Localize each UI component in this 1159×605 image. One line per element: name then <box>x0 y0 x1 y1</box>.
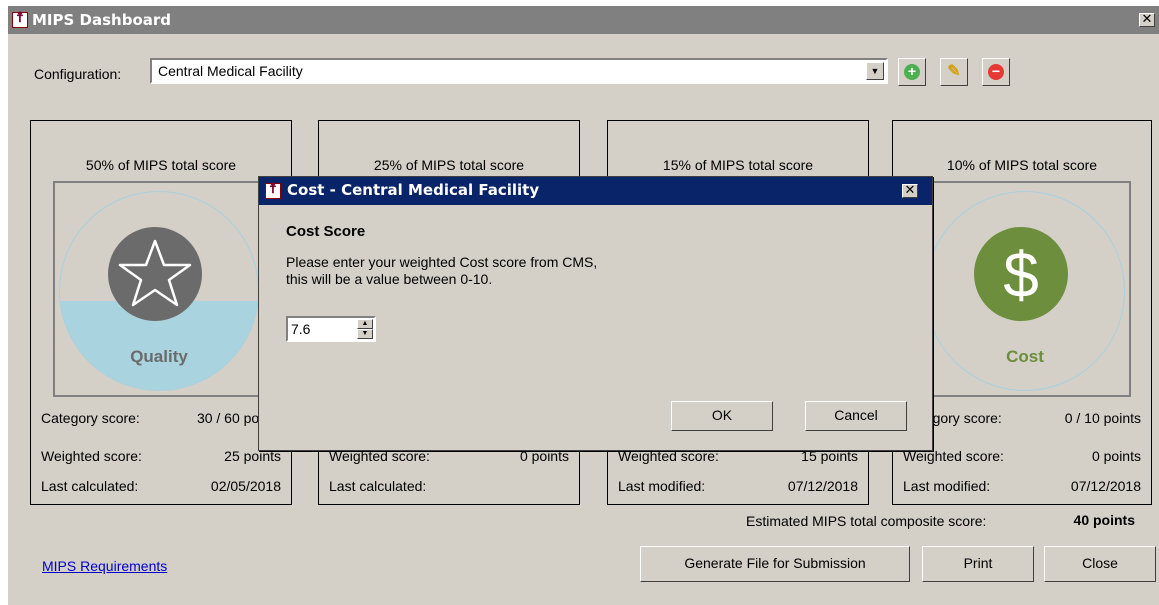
add-configuration-button[interactable]: + <box>898 58 926 86</box>
estimated-score-label: Estimated MIPS total composite score: <box>746 513 987 529</box>
row-value: 07/12/2018 <box>1070 478 1141 494</box>
pencil-icon: ✎ <box>947 63 961 80</box>
last-calculated-row: Last calculated: 02/05/2018 <box>41 478 281 498</box>
ok-button[interactable]: OK <box>671 401 773 431</box>
row-key: Last modified: <box>618 478 706 494</box>
row-key: Last calculated: <box>329 478 427 494</box>
instruction-line-2: this will be a value between 0-10. <box>286 271 493 287</box>
weighted-score-row: Weighted score: 0 points <box>329 448 569 468</box>
card3-percent: 15% of MIPS total score <box>662 157 814 173</box>
minus-circle-icon: − <box>988 64 1004 80</box>
cancel-button[interactable]: Cancel <box>805 401 907 431</box>
row-value: 0 / 10 points <box>1064 410 1141 426</box>
weighted-score-row: Weighted score: 15 points <box>618 448 858 468</box>
weighted-score-row: Weighted score: 25 points <box>41 448 281 468</box>
quality-label: Quality <box>130 347 188 366</box>
cost-score-spinner[interactable]: 7.6 ▲ ▼ <box>286 316 376 342</box>
close-button[interactable]: Close <box>1044 546 1156 582</box>
last-modified-row: Last modified: 07/12/2018 <box>903 478 1141 498</box>
configuration-label: Configuration: <box>34 66 122 82</box>
dollar-icon: $ <box>974 227 1068 321</box>
window-title: MIPS Dashboard <box>32 11 172 29</box>
plus-circle-icon: + <box>904 64 920 80</box>
last-modified-row: Last modified: 07/12/2018 <box>618 478 858 498</box>
cost-dialog: ☨ Cost - Central Medical Facility ✕ Cost… <box>258 176 933 451</box>
row-value: 0 points <box>1091 448 1141 464</box>
row-value: 07/12/2018 <box>787 478 858 494</box>
quality-card: 50% of MIPS total score Quality Category… <box>30 120 292 505</box>
configuration-value: Central Medical Facility <box>158 63 303 79</box>
print-button[interactable]: Print <box>922 546 1034 582</box>
row-key: Weighted score: <box>41 448 142 464</box>
edit-configuration-button[interactable]: ✎ <box>940 58 968 86</box>
dialog-title-bar: ☨ Cost - Central Medical Facility ✕ <box>259 177 932 205</box>
row-key: Last calculated: <box>41 478 139 494</box>
window-close-button[interactable]: ✕ <box>1139 13 1155 27</box>
configuration-dropdown[interactable]: Central Medical Facility ▼ <box>150 58 888 84</box>
row-value: 02/05/2018 <box>210 478 281 494</box>
last-calculated-row: Last calculated: <box>329 478 569 498</box>
close-icon: ✕ <box>1141 12 1153 27</box>
row-key: Last modified: <box>903 478 991 494</box>
dialog-close-button[interactable]: ✕ <box>902 184 918 198</box>
cost-score-input[interactable]: 7.6 <box>291 321 310 337</box>
chevron-down-icon[interactable]: ▼ <box>866 62 884 80</box>
estimated-score-value: 40 points <box>1073 512 1135 528</box>
app-icon: ☨ <box>12 10 28 28</box>
weighted-score-row: Weighted score: 0 points <box>903 448 1141 468</box>
app-icon: ☨ <box>265 181 281 199</box>
category-score-row: Category score: 0 / 10 points <box>903 410 1141 430</box>
title-bar: ☨ MIPS Dashboard ✕ <box>8 6 1159 34</box>
category-score-row: Category score: 30 / 60 points <box>41 410 281 430</box>
remove-configuration-button[interactable]: − <box>982 58 1010 86</box>
generate-file-button[interactable]: Generate File for Submission <box>640 546 910 582</box>
spinner-up-icon[interactable]: ▲ <box>357 319 373 329</box>
close-icon: ✕ <box>904 183 916 198</box>
quality-percent: 50% of MIPS total score <box>85 157 237 173</box>
quality-graphic[interactable]: Quality <box>53 181 265 397</box>
card2-percent: 25% of MIPS total score <box>373 157 525 173</box>
spinner-down-icon[interactable]: ▼ <box>357 329 373 339</box>
cost-graphic[interactable]: $ Cost <box>919 181 1131 397</box>
svg-text:$: $ <box>1003 239 1039 311</box>
mips-requirements-link[interactable]: MIPS Requirements <box>42 558 167 574</box>
instruction-line-1: Please enter your weighted Cost score fr… <box>286 254 598 270</box>
cost-label: Cost <box>1006 347 1044 366</box>
row-key: Category score: <box>41 410 140 426</box>
cost-percent: 10% of MIPS total score <box>946 157 1098 173</box>
mips-dashboard-window: ☨ MIPS Dashboard ✕ Configuration: Centra… <box>8 6 1159 605</box>
cost-instructions: Please enter your weighted Cost score fr… <box>286 254 597 288</box>
cost-score-heading: Cost Score <box>286 223 366 240</box>
star-icon <box>108 227 202 321</box>
dialog-title: Cost - Central Medical Facility <box>287 181 540 199</box>
